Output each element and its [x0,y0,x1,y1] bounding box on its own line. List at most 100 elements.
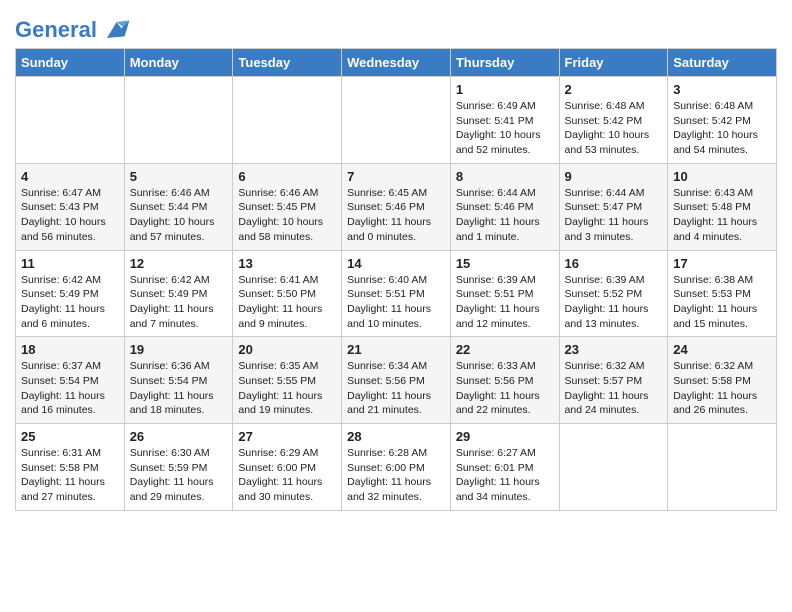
day-info: Sunrise: 6:36 AM Sunset: 5:54 PM Dayligh… [130,359,228,418]
day-info: Sunrise: 6:31 AM Sunset: 5:58 PM Dayligh… [21,446,119,505]
day-number: 4 [21,169,119,184]
day-cell: 2 Sunrise: 6:48 AM Sunset: 5:42 PM Daylig… [559,77,668,164]
day-number: 16 [565,256,663,271]
logo-text-line1: General [15,18,97,42]
day-cell: 23 Sunrise: 6:32 AM Sunset: 5:57 PM Dayli… [559,337,668,424]
day-number: 22 [456,342,554,357]
day-number: 24 [673,342,771,357]
day-number: 25 [21,429,119,444]
logo: General [15,14,131,40]
day-number: 19 [130,342,228,357]
day-info: Sunrise: 6:47 AM Sunset: 5:43 PM Dayligh… [21,186,119,245]
day-info: Sunrise: 6:37 AM Sunset: 5:54 PM Dayligh… [21,359,119,418]
day-number: 7 [347,169,445,184]
day-number: 28 [347,429,445,444]
day-info: Sunrise: 6:48 AM Sunset: 5:42 PM Dayligh… [565,99,663,158]
day-info: Sunrise: 6:41 AM Sunset: 5:50 PM Dayligh… [238,273,336,332]
header-cell-tuesday: Tuesday [233,49,342,77]
day-number: 2 [565,82,663,97]
day-cell: 11 Sunrise: 6:42 AM Sunset: 5:49 PM Dayli… [16,250,125,337]
day-number: 26 [130,429,228,444]
day-cell: 24Sunrise: 6:32 AM Sunset: 5:58 PM Dayli… [668,337,777,424]
day-number: 3 [673,82,771,97]
day-cell: 27Sunrise: 6:29 AM Sunset: 6:00 PM Dayli… [233,424,342,511]
day-number: 9 [565,169,663,184]
week-row-5: 25 Sunrise: 6:31 AM Sunset: 5:58 PM Dayli… [16,424,777,511]
day-number: 21 [347,342,445,357]
day-number: 12 [130,256,228,271]
day-cell [559,424,668,511]
day-number: 20 [238,342,336,357]
day-number: 11 [21,256,119,271]
day-info: Sunrise: 6:32 AM Sunset: 5:57 PM Dayligh… [565,359,663,418]
day-cell: 5 Sunrise: 6:46 AM Sunset: 5:44 PM Daylig… [124,163,233,250]
day-info: Sunrise: 6:34 AM Sunset: 5:56 PM Dayligh… [347,359,445,418]
day-cell: 25 Sunrise: 6:31 AM Sunset: 5:58 PM Dayli… [16,424,125,511]
header-cell-friday: Friday [559,49,668,77]
day-cell: 3 Sunrise: 6:48 AM Sunset: 5:42 PM Daylig… [668,77,777,164]
day-info: Sunrise: 6:30 AM Sunset: 5:59 PM Dayligh… [130,446,228,505]
week-row-1: 1 Sunrise: 6:49 AM Sunset: 5:41 PM Daylig… [16,77,777,164]
day-number: 13 [238,256,336,271]
header-cell-sunday: Sunday [16,49,125,77]
day-info: Sunrise: 6:40 AM Sunset: 5:51 PM Dayligh… [347,273,445,332]
day-number: 23 [565,342,663,357]
week-row-3: 11 Sunrise: 6:42 AM Sunset: 5:49 PM Dayli… [16,250,777,337]
header-cell-saturday: Saturday [668,49,777,77]
day-cell: 16 Sunrise: 6:39 AM Sunset: 5:52 PM Dayli… [559,250,668,337]
day-info: Sunrise: 6:48 AM Sunset: 5:42 PM Dayligh… [673,99,771,158]
day-number: 17 [673,256,771,271]
logo-bird-icon [99,14,131,46]
day-cell: 13 Sunrise: 6:41 AM Sunset: 5:50 PM Dayli… [233,250,342,337]
day-number: 10 [673,169,771,184]
header-cell-wednesday: Wednesday [342,49,451,77]
day-cell: 22Sunrise: 6:33 AM Sunset: 5:56 PM Dayli… [450,337,559,424]
day-number: 6 [238,169,336,184]
day-number: 1 [456,82,554,97]
day-info: Sunrise: 6:49 AM Sunset: 5:41 PM Dayligh… [456,99,554,158]
day-info: Sunrise: 6:39 AM Sunset: 5:51 PM Dayligh… [456,273,554,332]
calendar-table: SundayMondayTuesdayWednesdayThursdayFrid… [15,48,777,511]
day-cell: 19 Sunrise: 6:36 AM Sunset: 5:54 PM Dayli… [124,337,233,424]
day-number: 27 [238,429,336,444]
day-cell: 8 Sunrise: 6:44 AM Sunset: 5:46 PM Daylig… [450,163,559,250]
day-cell: 6 Sunrise: 6:46 AM Sunset: 5:45 PM Daylig… [233,163,342,250]
day-cell: 26 Sunrise: 6:30 AM Sunset: 5:59 PM Dayli… [124,424,233,511]
header: General [15,10,777,40]
header-row: SundayMondayTuesdayWednesdayThursdayFrid… [16,49,777,77]
day-number: 14 [347,256,445,271]
day-cell [233,77,342,164]
day-info: Sunrise: 6:46 AM Sunset: 5:45 PM Dayligh… [238,186,336,245]
day-cell [342,77,451,164]
day-number: 18 [21,342,119,357]
day-number: 8 [456,169,554,184]
day-cell: 20Sunrise: 6:35 AM Sunset: 5:55 PM Dayli… [233,337,342,424]
day-cell: 12 Sunrise: 6:42 AM Sunset: 5:49 PM Dayli… [124,250,233,337]
day-cell: 1 Sunrise: 6:49 AM Sunset: 5:41 PM Daylig… [450,77,559,164]
day-cell: 14 Sunrise: 6:40 AM Sunset: 5:51 PM Dayli… [342,250,451,337]
day-info: Sunrise: 6:43 AM Sunset: 5:48 PM Dayligh… [673,186,771,245]
day-info: Sunrise: 6:27 AM Sunset: 6:01 PM Dayligh… [456,446,554,505]
week-row-2: 4 Sunrise: 6:47 AM Sunset: 5:43 PM Daylig… [16,163,777,250]
day-info: Sunrise: 6:44 AM Sunset: 5:47 PM Dayligh… [565,186,663,245]
day-cell: 29Sunrise: 6:27 AM Sunset: 6:01 PM Dayli… [450,424,559,511]
week-row-4: 18 Sunrise: 6:37 AM Sunset: 5:54 PM Dayli… [16,337,777,424]
day-cell: 15 Sunrise: 6:39 AM Sunset: 5:51 PM Dayli… [450,250,559,337]
day-cell: 18 Sunrise: 6:37 AM Sunset: 5:54 PM Dayli… [16,337,125,424]
day-info: Sunrise: 6:28 AM Sunset: 6:00 PM Dayligh… [347,446,445,505]
day-info: Sunrise: 6:44 AM Sunset: 5:46 PM Dayligh… [456,186,554,245]
calendar-page: General SundayMondayTuesdayWednesdayThur… [0,0,792,612]
day-info: Sunrise: 6:42 AM Sunset: 5:49 PM Dayligh… [21,273,119,332]
day-cell: 28 Sunrise: 6:28 AM Sunset: 6:00 PM Dayli… [342,424,451,511]
day-cell [668,424,777,511]
day-info: Sunrise: 6:39 AM Sunset: 5:52 PM Dayligh… [565,273,663,332]
day-cell: 21 Sunrise: 6:34 AM Sunset: 5:56 PM Dayli… [342,337,451,424]
day-cell: 17Sunrise: 6:38 AM Sunset: 5:53 PM Dayli… [668,250,777,337]
day-number: 15 [456,256,554,271]
day-info: Sunrise: 6:46 AM Sunset: 5:44 PM Dayligh… [130,186,228,245]
header-cell-thursday: Thursday [450,49,559,77]
day-number: 5 [130,169,228,184]
day-cell: 10 Sunrise: 6:43 AM Sunset: 5:48 PM Dayli… [668,163,777,250]
header-cell-monday: Monday [124,49,233,77]
day-info: Sunrise: 6:42 AM Sunset: 5:49 PM Dayligh… [130,273,228,332]
